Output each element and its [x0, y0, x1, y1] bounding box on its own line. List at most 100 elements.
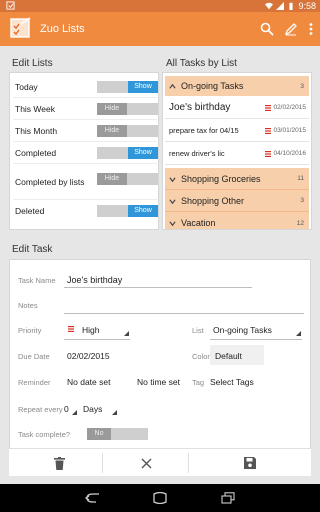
- priority-underline: [64, 339, 130, 340]
- edit-list-row-completed-by-lists: Completed by lists Hide: [13, 164, 158, 200]
- signal-icon: [276, 2, 285, 10]
- repeat-count-select[interactable]: 0: [62, 401, 77, 417]
- task-date: 04/10/2016: [273, 150, 306, 157]
- notes-label: Notes: [18, 301, 38, 310]
- priority-high-icon: [68, 326, 74, 332]
- list-value: On-going Tasks: [213, 325, 272, 335]
- cancel-button[interactable]: [109, 449, 183, 477]
- repeat-count-value: 0: [64, 404, 69, 414]
- color-picker[interactable]: Default: [210, 345, 264, 365]
- toggle-completed-by-lists[interactable]: Hide: [97, 173, 158, 185]
- group-label: Shopping Groceries: [181, 173, 261, 184]
- reminder-time-picker[interactable]: No time set: [137, 377, 180, 387]
- back-icon: [84, 493, 99, 503]
- notes-input[interactable]: [67, 300, 307, 312]
- reminder-date-picker[interactable]: No date set: [67, 377, 110, 387]
- recent-apps-icon: [221, 492, 235, 504]
- edit-lists-title: Edit Lists: [12, 58, 53, 69]
- list-label: This Week: [15, 104, 55, 114]
- group-shopping-groceries[interactable]: Shopping Groceries 11: [165, 168, 309, 190]
- toggle-state: Hide: [97, 173, 127, 185]
- task-title: prepare tax for 04/15: [169, 126, 239, 135]
- clock: 9:58: [298, 1, 316, 11]
- priority-value: High: [82, 325, 100, 335]
- toggle-today[interactable]: Show: [97, 81, 158, 93]
- dropdown-arrow-icon: [296, 331, 301, 336]
- dropdown-arrow-icon: [72, 410, 77, 415]
- edit-lists-panel: Today Show This Week Hide This Month Hid…: [9, 72, 159, 230]
- status-bar: 9:58: [0, 0, 320, 12]
- select-tags-button[interactable]: Select Tags: [210, 377, 254, 387]
- list-select[interactable]: On-going Tasks: [210, 322, 302, 338]
- task-row[interactable]: prepare tax for 04/15 03/01/2015: [165, 120, 309, 142]
- task-name-underline: [64, 287, 252, 288]
- save-button[interactable]: [189, 449, 311, 477]
- list-label: List: [192, 326, 204, 335]
- chevron-down-icon: [169, 176, 176, 182]
- task-complete-label: Task complete?: [18, 430, 71, 439]
- toggle-completed[interactable]: Show: [97, 147, 158, 159]
- dropdown-arrow-icon: [124, 331, 129, 336]
- toggle-state: Show: [128, 205, 158, 217]
- toggle-this-month[interactable]: Hide: [97, 125, 158, 137]
- list-underline: [210, 339, 302, 340]
- edit-icon[interactable]: [284, 22, 298, 36]
- all-tasks-title: All Tasks by List: [166, 58, 237, 69]
- color-label: Color: [192, 352, 210, 361]
- repeat-unit-value: Days: [83, 404, 103, 414]
- task-row[interactable]: renew driver's lic 04/10/2016: [165, 143, 309, 165]
- edit-list-row-today: Today Show: [13, 76, 158, 98]
- back-button[interactable]: [82, 488, 102, 508]
- task-title: Joe's birthday: [169, 102, 231, 113]
- due-date-picker[interactable]: 02/02/2015: [67, 351, 110, 361]
- close-icon: [141, 458, 151, 468]
- app-bar: Zuo Lists: [0, 12, 320, 46]
- task-complete-toggle[interactable]: No: [87, 428, 148, 440]
- task-name-input[interactable]: Joe's birthday: [67, 275, 122, 285]
- dropdown-arrow-icon: [112, 410, 117, 415]
- toggle-deleted[interactable]: Show: [97, 205, 158, 217]
- list-label: Completed: [15, 148, 57, 158]
- repeat-label: Repeat every: [18, 405, 63, 414]
- group-count: 12: [296, 219, 304, 227]
- task-title: renew driver's lic: [169, 149, 225, 158]
- group-ongoing-tasks[interactable]: On-going Tasks 3: [165, 76, 309, 96]
- search-icon[interactable]: [260, 22, 274, 36]
- edit-list-row-this-week: This Week Hide: [13, 98, 158, 120]
- home-button[interactable]: [150, 488, 170, 508]
- priority-select[interactable]: High: [64, 322, 130, 338]
- recent-apps-button[interactable]: [218, 488, 238, 508]
- list-label: Deleted: [15, 206, 45, 216]
- edit-task-title: Edit Task: [12, 244, 53, 255]
- repeat-unit-select[interactable]: Days: [80, 401, 118, 417]
- toggle-state: No: [87, 428, 111, 440]
- delete-button[interactable]: [9, 449, 109, 477]
- color-value: Default: [215, 351, 242, 361]
- group-count: 11: [297, 175, 304, 182]
- edit-list-row-deleted: Deleted Show: [13, 200, 158, 222]
- toggle-state: Hide: [97, 103, 127, 115]
- list-label: This Month: [15, 126, 58, 136]
- group-shopping-other[interactable]: Shopping Other 3: [165, 190, 309, 212]
- toggle-state: Show: [128, 81, 158, 93]
- group-label: Shopping Other: [181, 195, 245, 206]
- toggle-state: Hide: [97, 125, 127, 137]
- notification-icon: [6, 1, 15, 10]
- task-name-label: Task Name: [18, 276, 56, 285]
- list-label: Today: [15, 82, 38, 92]
- due-date-label: Due Date: [18, 352, 50, 361]
- battery-icon: [289, 2, 294, 10]
- task-row[interactable]: Joe's birthday 02/02/2015: [165, 97, 309, 119]
- priority-high-icon: [265, 104, 271, 111]
- task-date: 02/02/2015: [273, 104, 306, 111]
- priority-high-icon: [265, 127, 271, 134]
- group-vacation[interactable]: Vacation 12: [165, 212, 309, 229]
- delete-icon: [53, 456, 65, 470]
- toggle-this-week[interactable]: Hide: [97, 103, 158, 115]
- chevron-down-icon: [169, 198, 176, 204]
- priority-label: Priority: [18, 326, 42, 335]
- chevron-up-icon: [169, 83, 176, 89]
- overflow-menu-icon[interactable]: [308, 22, 314, 36]
- navigation-bar: [0, 484, 320, 512]
- task-date: 03/01/2015: [273, 127, 306, 134]
